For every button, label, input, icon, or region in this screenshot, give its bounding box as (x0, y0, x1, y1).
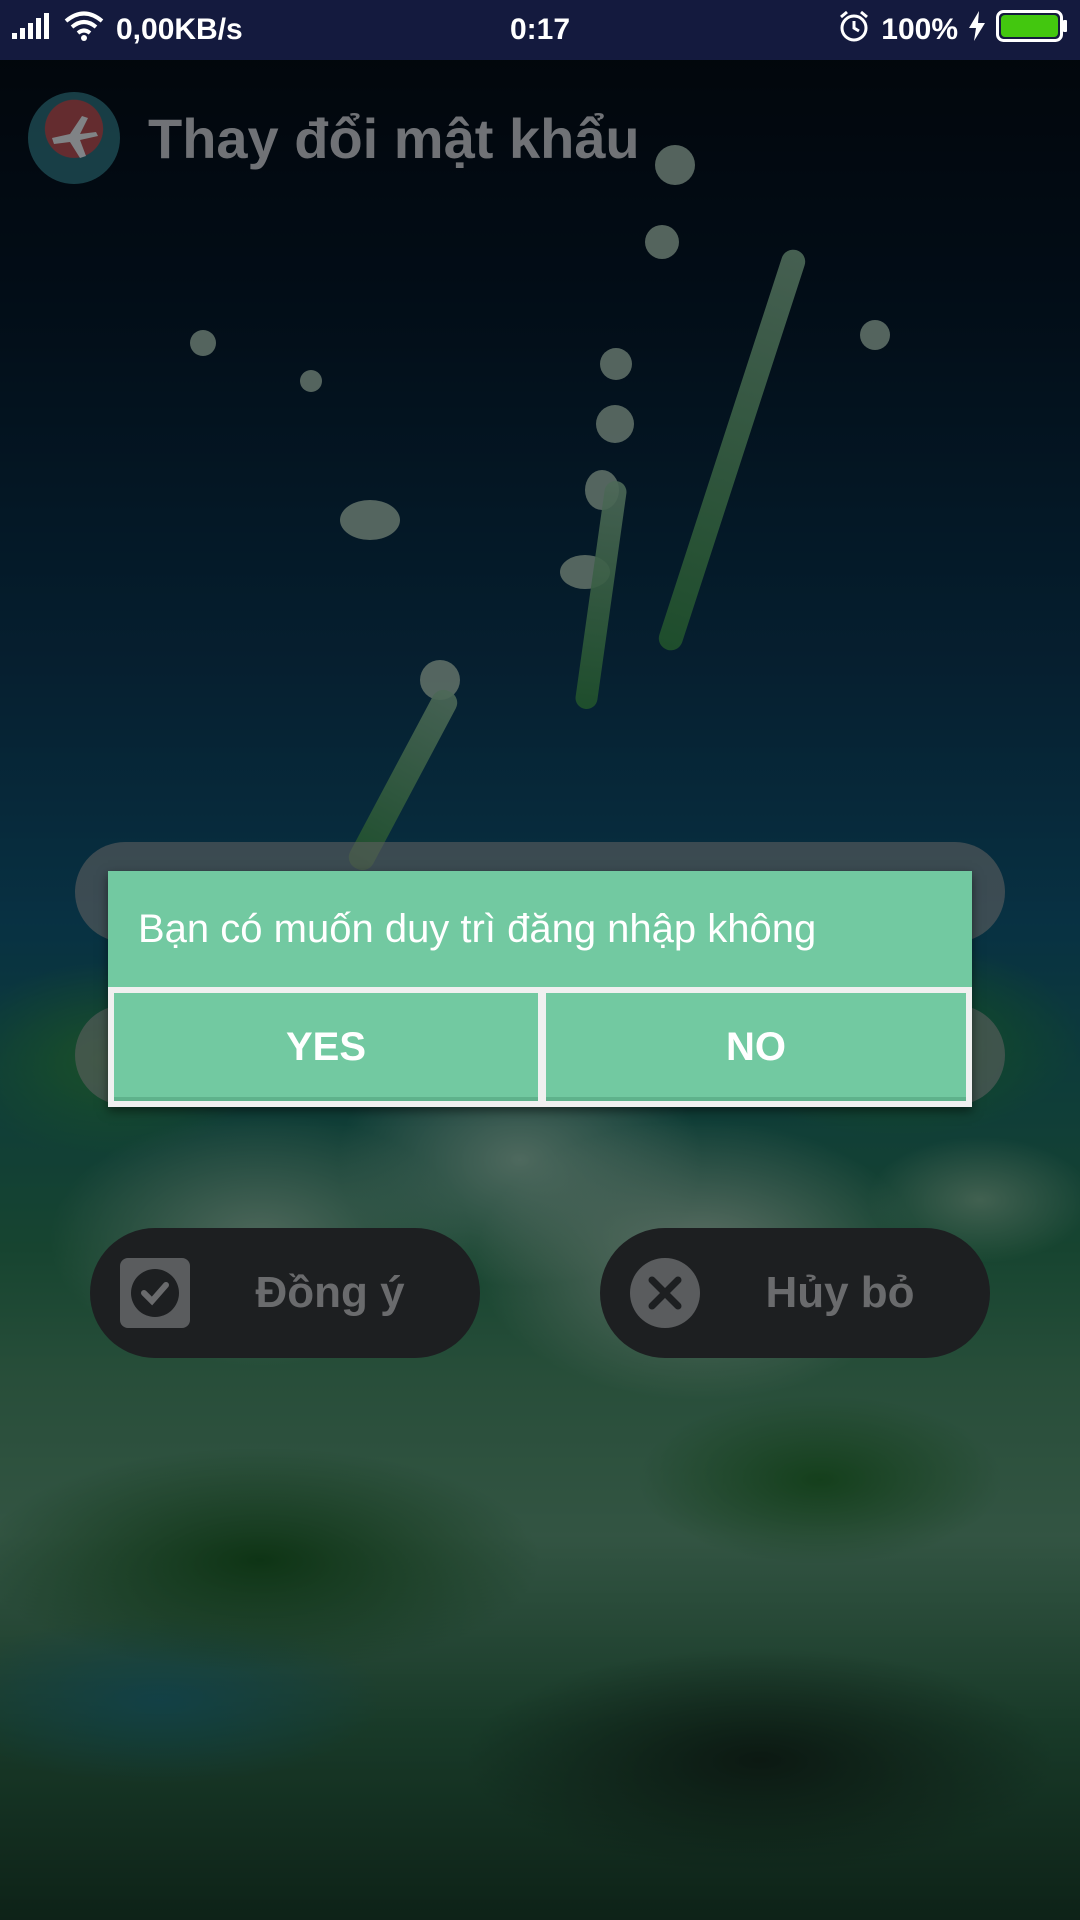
cancel-button[interactable]: Hủy bỏ (600, 1228, 990, 1358)
battery-icon (996, 10, 1068, 50)
charging-icon (968, 11, 986, 49)
confirm-button[interactable]: Đồng ý (90, 1228, 480, 1358)
confirm-button-label: Đồng ý (255, 1268, 405, 1317)
dialog-message: Bạn có muốn duy trì đăng nhập không (108, 871, 972, 987)
battery-percent: 100% (881, 13, 958, 46)
network-speed: 0,00KB/s (116, 13, 243, 46)
alarm-icon (837, 9, 871, 51)
yes-button[interactable]: YES (114, 993, 538, 1101)
signal-icon (12, 13, 52, 47)
status-bar: 0,00KB/s 0:17 100% (0, 0, 1080, 60)
clock: 0:17 (509, 13, 571, 46)
checkmark-icon (120, 1258, 190, 1328)
page-title: Thay đổi mật khẩu (148, 106, 640, 170)
airplane-icon (46, 108, 102, 169)
keep-login-dialog: Bạn có muốn duy trì đăng nhập không YES … (108, 871, 972, 1107)
wifi-icon (64, 10, 104, 50)
cancel-button-label: Hủy bỏ (765, 1268, 915, 1317)
app-logo (28, 92, 120, 184)
screen: 0,00KB/s 0:17 100% Thay đổi mật khẩu Đồn… (0, 0, 1080, 1920)
no-button[interactable]: NO (546, 993, 966, 1101)
close-icon (630, 1258, 700, 1328)
app-header: Thay đổi mật khẩu (28, 92, 640, 184)
